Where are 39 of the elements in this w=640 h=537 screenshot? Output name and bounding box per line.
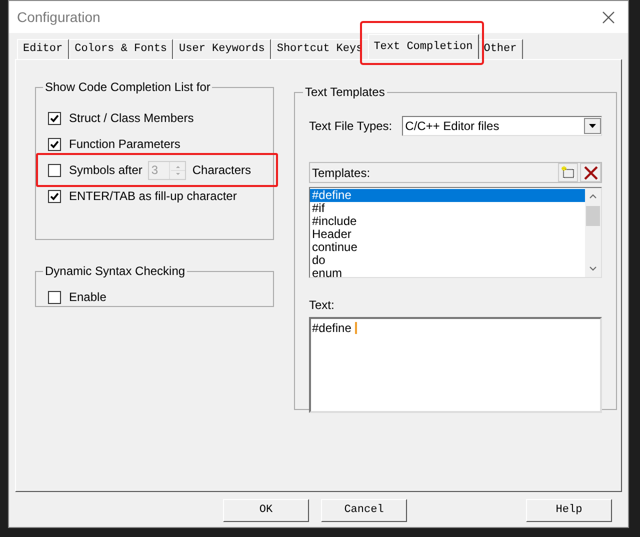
list-item[interactable]: #include [310,215,586,228]
tab[interactable]: Colors & Fonts [68,39,174,59]
list-item[interactable]: continue [310,241,586,254]
file-type-dropdown[interactable]: C/C++ Editor files [402,116,602,136]
checkbox[interactable] [48,290,61,304]
tab[interactable]: Other [478,39,523,59]
list-item[interactable]: Header [310,228,586,241]
field-label: Text: [309,297,334,314]
window-title: Configuration [17,8,100,27]
list-item[interactable]: #define [310,189,586,202]
checkbox[interactable] [48,190,61,202]
list-item[interactable]: enum [310,267,586,280]
dialog-button[interactable]: OK [223,499,309,522]
text-area[interactable]: #define [309,317,602,413]
tab[interactable]: User Keywords [173,39,271,59]
tab[interactable]: Text Completion [368,34,479,59]
text-cursor [354,322,357,334]
checkbox[interactable] [48,112,61,124]
group-title: Show Code Completion List for [44,79,212,96]
list-title: Templates: [312,164,370,182]
group-title: Dynamic Syntax Checking [44,263,186,280]
checkbox-label: Function Parameters [69,136,180,153]
list-item[interactable]: do [310,254,586,267]
checkbox[interactable] [48,138,61,150]
checkbox-label: ENTER/TAB as fill-up character [69,188,237,205]
group-title: Text Templates [304,84,386,101]
close-icon [602,10,614,24]
new-template-button[interactable] [558,163,578,182]
checkbox-label: Enable [69,289,106,306]
delete-button[interactable] [580,163,602,182]
checkbox-label: Struct / Class Members [69,110,194,127]
list-item[interactable]: #if [310,202,586,215]
scrollbar[interactable] [585,188,602,277]
dialog-button[interactable]: Help [526,499,612,522]
dialog-button[interactable]: Cancel [321,499,407,522]
checkbox-label: Symbols after [69,162,142,179]
checkbox-label: Characters [192,162,252,179]
tab[interactable]: Editor [17,39,69,59]
field-label: Text File Types: [309,118,392,135]
